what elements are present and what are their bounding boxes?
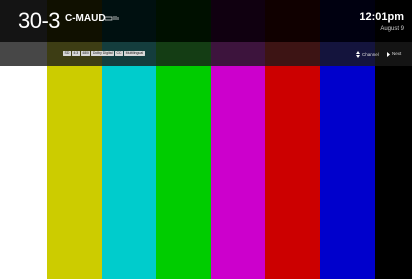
next-hint-label: Next (392, 51, 402, 56)
program-tags: SD 4:3 480i Dolby Digital CC Multilingua… (63, 51, 145, 56)
tag-audio: Dolby Digital (91, 51, 115, 56)
tag-resolution: 480i (80, 51, 91, 56)
channel-minor: -3 (41, 8, 61, 33)
tag-closed-caption: CC (115, 51, 124, 56)
next-hint[interactable]: Next (387, 51, 401, 57)
clock-time: 12:01pm (359, 11, 404, 23)
channel-hint-label: Channel (362, 51, 379, 57)
tag-definition: SD (63, 51, 71, 56)
right-arrow-icon (387, 51, 390, 57)
channel-number: 30-3 (18, 8, 61, 33)
tag-language: Multilingual (124, 51, 145, 56)
up-down-arrows-icon (356, 51, 360, 58)
signal-antenna-icon (105, 16, 119, 21)
channel-name: C-MAUD (65, 13, 106, 24)
tag-aspect-ratio: 4:3 (71, 51, 80, 56)
channel-hint[interactable]: Channel (356, 51, 379, 58)
channel-major: 30 (18, 8, 42, 33)
channel-banner (0, 0, 412, 42)
clock-date: August 9 (380, 26, 404, 32)
program-info-bar (0, 42, 412, 66)
